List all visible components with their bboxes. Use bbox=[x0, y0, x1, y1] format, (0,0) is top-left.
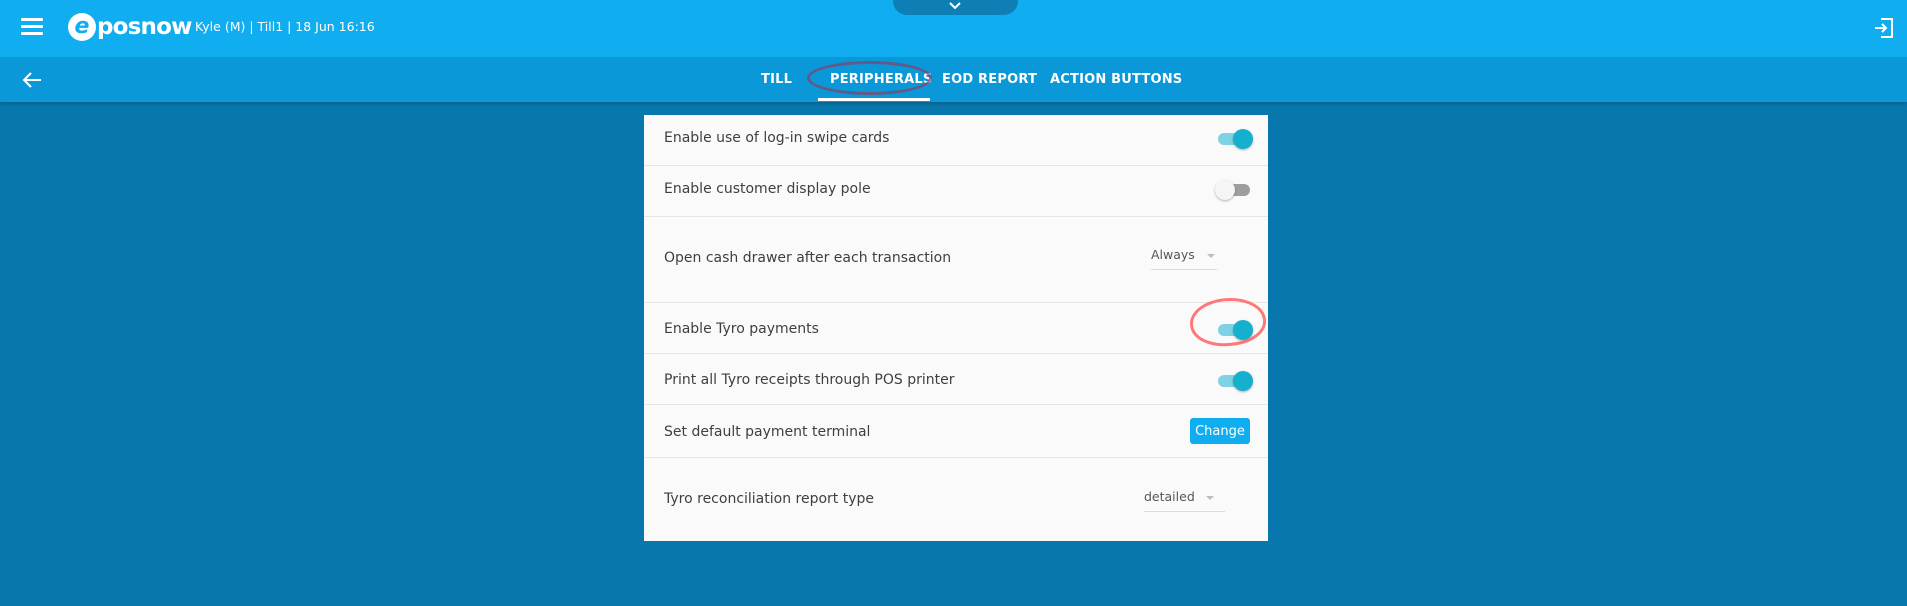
setting-label: Enable use of log-in swipe cards bbox=[664, 130, 890, 146]
reconciliation-type-select[interactable]: detailed bbox=[1144, 485, 1225, 512]
tab-eod-report[interactable]: EOD REPORT bbox=[942, 72, 1037, 87]
caret-down-icon bbox=[1206, 496, 1214, 500]
tyro-receipts-toggle[interactable] bbox=[1215, 371, 1253, 391]
setting-row-payment-terminal: Set default payment terminal Change bbox=[644, 405, 1268, 458]
arrow-left-icon[interactable] bbox=[21, 70, 43, 94]
display-pole-toggle[interactable] bbox=[1215, 180, 1253, 200]
setting-label: Print all Tyro receipts through POS prin… bbox=[664, 372, 955, 388]
annotation-circle-peripherals bbox=[807, 61, 932, 95]
hamburger-icon[interactable] bbox=[21, 18, 43, 36]
top-header: e posnow Kyle (M) | Till1 | 18 Jun 16:16 bbox=[0, 0, 1907, 57]
exit-icon[interactable] bbox=[1873, 17, 1895, 43]
logo-mark: e bbox=[68, 13, 96, 41]
setting-label: Tyro reconciliation report type bbox=[664, 491, 875, 507]
eposnow-logo: e posnow bbox=[68, 11, 192, 43]
setting-row-tyro-receipts: Print all Tyro receipts through POS prin… bbox=[644, 354, 1268, 405]
chevron-down-icon bbox=[949, 2, 961, 10]
peripherals-settings-panel: Enable use of log-in swipe cards Enable … bbox=[644, 115, 1268, 541]
setting-label: Set default payment terminal bbox=[664, 424, 871, 440]
swipe-cards-toggle[interactable] bbox=[1215, 129, 1253, 149]
settings-tab-bar: TILL PERIPHERALS EOD REPORT ACTION BUTTO… bbox=[0, 57, 1907, 102]
pull-down-tab[interactable] bbox=[893, 0, 1018, 15]
logo-text: posnow bbox=[97, 14, 192, 40]
setting-row-cash-drawer: Open cash drawer after each transaction … bbox=[644, 217, 1268, 303]
session-info: Kyle (M) | Till1 | 18 Jun 16:16 bbox=[195, 19, 375, 34]
change-terminal-button[interactable]: Change bbox=[1190, 418, 1250, 444]
caret-down-icon bbox=[1207, 254, 1215, 258]
cash-drawer-select[interactable]: Always bbox=[1151, 243, 1217, 270]
setting-label: Open cash drawer after each transaction bbox=[664, 250, 952, 266]
select-value: detailed bbox=[1144, 489, 1195, 504]
setting-row-tyro-payments: Enable Tyro payments bbox=[644, 303, 1268, 354]
active-tab-indicator bbox=[818, 98, 930, 101]
setting-row-swipe-cards: Enable use of log-in swipe cards bbox=[644, 115, 1268, 166]
setting-row-reconciliation: Tyro reconciliation report type detailed bbox=[644, 458, 1268, 541]
tab-till[interactable]: TILL bbox=[761, 72, 792, 87]
setting-row-display-pole: Enable customer display pole bbox=[644, 166, 1268, 217]
setting-label: Enable Tyro payments bbox=[664, 321, 819, 337]
select-value: Always bbox=[1151, 247, 1195, 262]
setting-label: Enable customer display pole bbox=[664, 181, 871, 197]
tab-action-buttons[interactable]: ACTION BUTTONS bbox=[1050, 72, 1182, 87]
